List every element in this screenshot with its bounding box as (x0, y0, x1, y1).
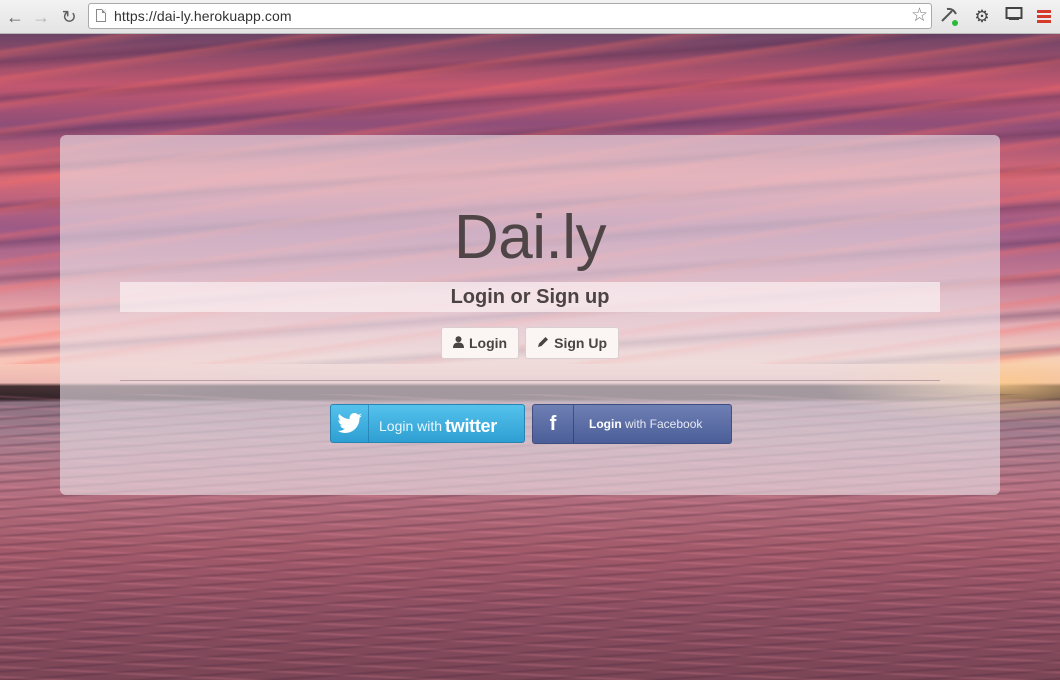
facebook-button-label: Login with Facebook (589, 417, 702, 431)
user-icon (453, 329, 464, 359)
pencil-icon (537, 329, 549, 359)
brand-title: Dai.ly (453, 203, 607, 272)
page-background: Dai.ly Login or Sign up Login Sign Up Lo… (0, 34, 1060, 680)
facebook-rest: with Facebook (625, 417, 703, 431)
cast-icon[interactable] (1003, 6, 1025, 28)
auth-button-row: Login Sign Up (60, 327, 1000, 359)
login-with-facebook-button[interactable]: f Login with Facebook (532, 404, 732, 444)
browser-toolbar: ← → ↻ https://dai-ly.herokuapp.com ☆ ⚙ (0, 0, 1060, 34)
signup-button-label: Sign Up (554, 335, 607, 351)
reload-icon[interactable]: ↻ (58, 6, 80, 28)
address-bar[interactable]: https://dai-ly.herokuapp.com ☆ (88, 3, 932, 29)
forward-arrow-icon[interactable]: → (30, 6, 52, 28)
signup-button[interactable]: Sign Up (525, 327, 619, 359)
divider (120, 380, 940, 381)
page-icon (96, 9, 106, 22)
gear-icon[interactable]: ⚙ (971, 6, 993, 28)
star-icon[interactable]: ☆ (911, 5, 928, 27)
login-button[interactable]: Login (441, 327, 520, 359)
twitter-bird-icon (331, 405, 369, 442)
login-panel: Dai.ly Login or Sign up Login Sign Up Lo… (60, 135, 1000, 495)
hamburger-menu-icon[interactable] (1037, 10, 1051, 24)
facebook-f-icon: f (533, 405, 574, 443)
twitter-wordmark: twitter (445, 416, 497, 436)
subtitle-bar: Login or Sign up (120, 282, 940, 312)
twitter-prefix: Login with (379, 418, 443, 434)
status-dot (952, 20, 958, 26)
login-button-label: Login (469, 335, 508, 351)
facebook-login-word: Login (589, 417, 622, 431)
login-with-twitter-button[interactable]: Login with twitter (330, 404, 525, 443)
back-arrow-icon[interactable]: ← (4, 6, 26, 28)
pickaxe-icon[interactable] (938, 6, 960, 28)
subtitle: Login or Sign up (450, 286, 610, 308)
url-text[interactable]: https://dai-ly.herokuapp.com (114, 8, 292, 24)
twitter-button-label: Login with twitter (379, 415, 497, 436)
